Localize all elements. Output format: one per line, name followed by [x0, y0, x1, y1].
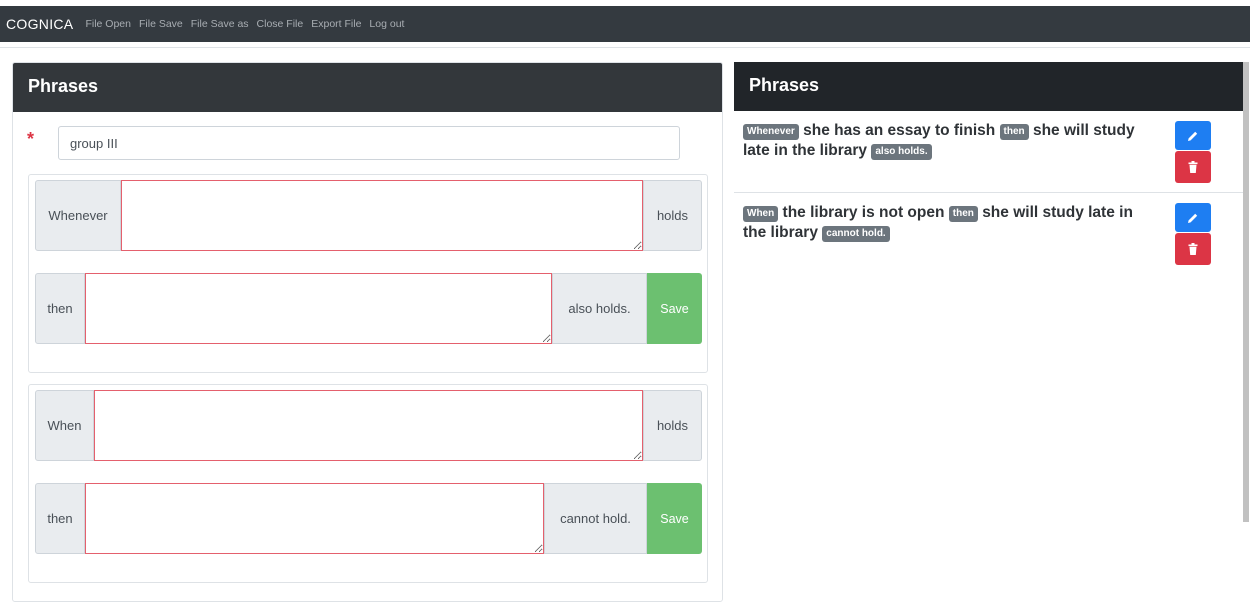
nav-file-open[interactable]: File Open [85, 18, 131, 30]
consequence-prefix-label: then [35, 483, 85, 554]
required-marker: * [27, 129, 35, 149]
consequence-suffix-label: also holds. [552, 273, 647, 344]
keyword-badge: then [999, 124, 1029, 140]
consequence-row: then also holds. Save [35, 273, 702, 344]
phrase-form-1: Whenever holds then also holds. Save [28, 174, 708, 373]
keyword-badge: then [948, 206, 978, 222]
list-scrollbar[interactable] [1243, 62, 1249, 522]
consequence-row: then cannot hold. Save [35, 483, 702, 554]
save-button[interactable]: Save [647, 483, 702, 554]
condition-suffix-label: holds [643, 390, 702, 461]
keyword-badge: also holds. [871, 144, 932, 160]
edit-button[interactable] [1175, 203, 1211, 232]
trash-icon [1188, 243, 1198, 255]
phrase-list-item: Whenever she has an essay to finish then… [734, 111, 1243, 193]
nav-export-file[interactable]: Export File [311, 18, 361, 30]
phrases-list-panel: Phrases Whenever she has an essay to fin… [734, 62, 1243, 597]
pencil-icon [1188, 131, 1198, 141]
condition-prefix-label: When [35, 390, 94, 461]
keyword-badge: When [743, 206, 779, 222]
condition-prefix-label: Whenever [35, 180, 121, 251]
consequence-suffix-label: cannot hold. [544, 483, 647, 554]
phrase-list-item: When the library is not open then she wi… [734, 193, 1243, 275]
pencil-icon [1188, 213, 1198, 223]
editor-card-title: Phrases [13, 63, 722, 112]
keyword-badge: Whenever [743, 124, 799, 140]
delete-button[interactable] [1175, 151, 1211, 183]
list-panel-title: Phrases [734, 62, 1243, 111]
condition-suffix-label: holds [643, 180, 702, 251]
condition-textarea[interactable] [121, 180, 643, 251]
keyword-badge: cannot hold. [822, 226, 890, 242]
phrase-text: Whenever she has an essay to finish then… [743, 122, 1135, 160]
condition-row: Whenever holds [35, 180, 702, 251]
trash-icon [1188, 161, 1198, 173]
nav-file-save[interactable]: File Save [139, 18, 183, 30]
consequence-textarea[interactable] [85, 483, 544, 554]
nav-divider [0, 47, 1250, 48]
group-name-input[interactable] [58, 126, 680, 160]
save-button[interactable]: Save [647, 273, 702, 344]
phrase-text: When the library is not open then she wi… [743, 204, 1133, 242]
brand-logo[interactable]: COGNICA [6, 16, 73, 32]
consequence-textarea[interactable] [85, 273, 552, 344]
consequence-prefix-label: then [35, 273, 85, 344]
phrase-form-2: When holds then cannot hold. Save [28, 384, 708, 583]
phrases-editor-card: Phrases * Whenever holds then also holds… [12, 62, 723, 602]
delete-button[interactable] [1175, 233, 1211, 265]
top-navbar: COGNICA File Open File Save File Save as… [0, 6, 1250, 42]
nav-close-file[interactable]: Close File [257, 18, 304, 30]
condition-textarea[interactable] [94, 390, 643, 461]
nav-file-save-as[interactable]: File Save as [191, 18, 249, 30]
nav-log-out[interactable]: Log out [369, 18, 404, 30]
edit-button[interactable] [1175, 121, 1211, 150]
condition-row: When holds [35, 390, 702, 461]
